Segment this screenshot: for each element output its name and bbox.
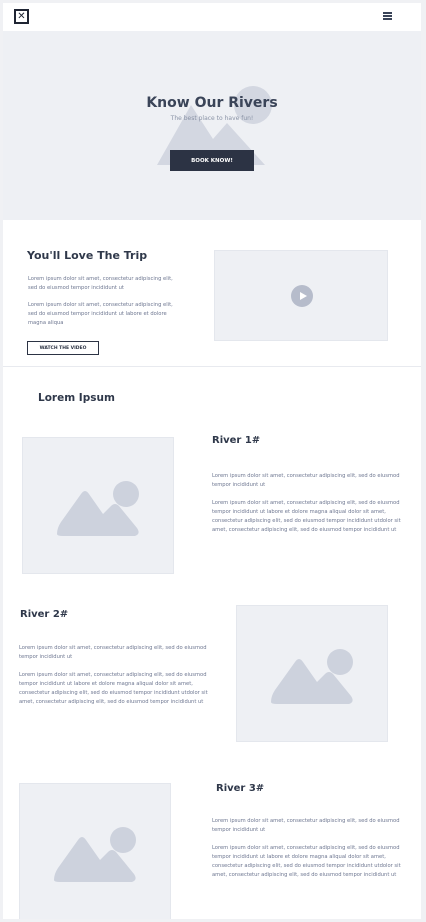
video-player[interactable] — [214, 250, 388, 341]
page: ✕ Know Our Rivers The best place to have… — [3, 3, 421, 919]
image-placeholder-icon — [271, 649, 353, 704]
close-box-icon[interactable]: ✕ — [14, 9, 29, 24]
intro-paragraph: Lorem ipsum dolor sit amet, consectetur … — [28, 276, 173, 291]
river-3-title: River 3# — [216, 783, 265, 794]
image-placeholder-icon — [57, 481, 139, 536]
hero-subtitle: The best place to have fun! — [170, 115, 254, 122]
river-1-paragraph: Lorem ipsum dolor sit amet, consectetur … — [212, 500, 401, 533]
intro-paragraph: Lorem ipsum dolor sit amet, consectetur … — [28, 302, 173, 326]
river-3-paragraph: Lorem ipsum dolor sit amet, consectetur … — [212, 818, 400, 833]
divider — [3, 366, 421, 367]
image-placeholder-icon — [54, 827, 136, 882]
section-title: Lorem Ipsum — [38, 392, 115, 404]
screen-frame: ✕ Know Our Rivers The best place to have… — [0, 0, 426, 922]
river-1-image-placeholder — [22, 437, 174, 574]
river-1-title: River 1# — [212, 435, 261, 446]
hero-title: Know Our Rivers — [146, 95, 278, 111]
hero-banner: Know Our Rivers The best place to have f… — [3, 31, 421, 220]
logo-glyph: ✕ — [17, 10, 26, 22]
header: ✕ — [3, 3, 421, 31]
river-3-paragraph: Lorem ipsum dolor sit amet, consectetur … — [212, 845, 401, 878]
watch-video-button[interactable]: WATCH THE VIDEO — [27, 341, 99, 355]
intro-title: You'll Love The Trip — [27, 249, 148, 262]
river-1-paragraph: Lorem ipsum dolor sit amet, consectetur … — [212, 473, 400, 488]
book-now-button[interactable]: BOOK KNOW! — [170, 150, 254, 171]
hamburger-menu-icon[interactable] — [383, 12, 392, 20]
river-3-image-placeholder — [19, 783, 171, 919]
river-2-paragraph: Lorem ipsum dolor sit amet, consectetur … — [19, 645, 207, 660]
river-2-paragraph: Lorem ipsum dolor sit amet, consectetur … — [19, 672, 208, 705]
river-2-image-placeholder — [236, 605, 388, 742]
river-2-title: River 2# — [20, 609, 69, 620]
play-icon[interactable] — [291, 285, 313, 307]
